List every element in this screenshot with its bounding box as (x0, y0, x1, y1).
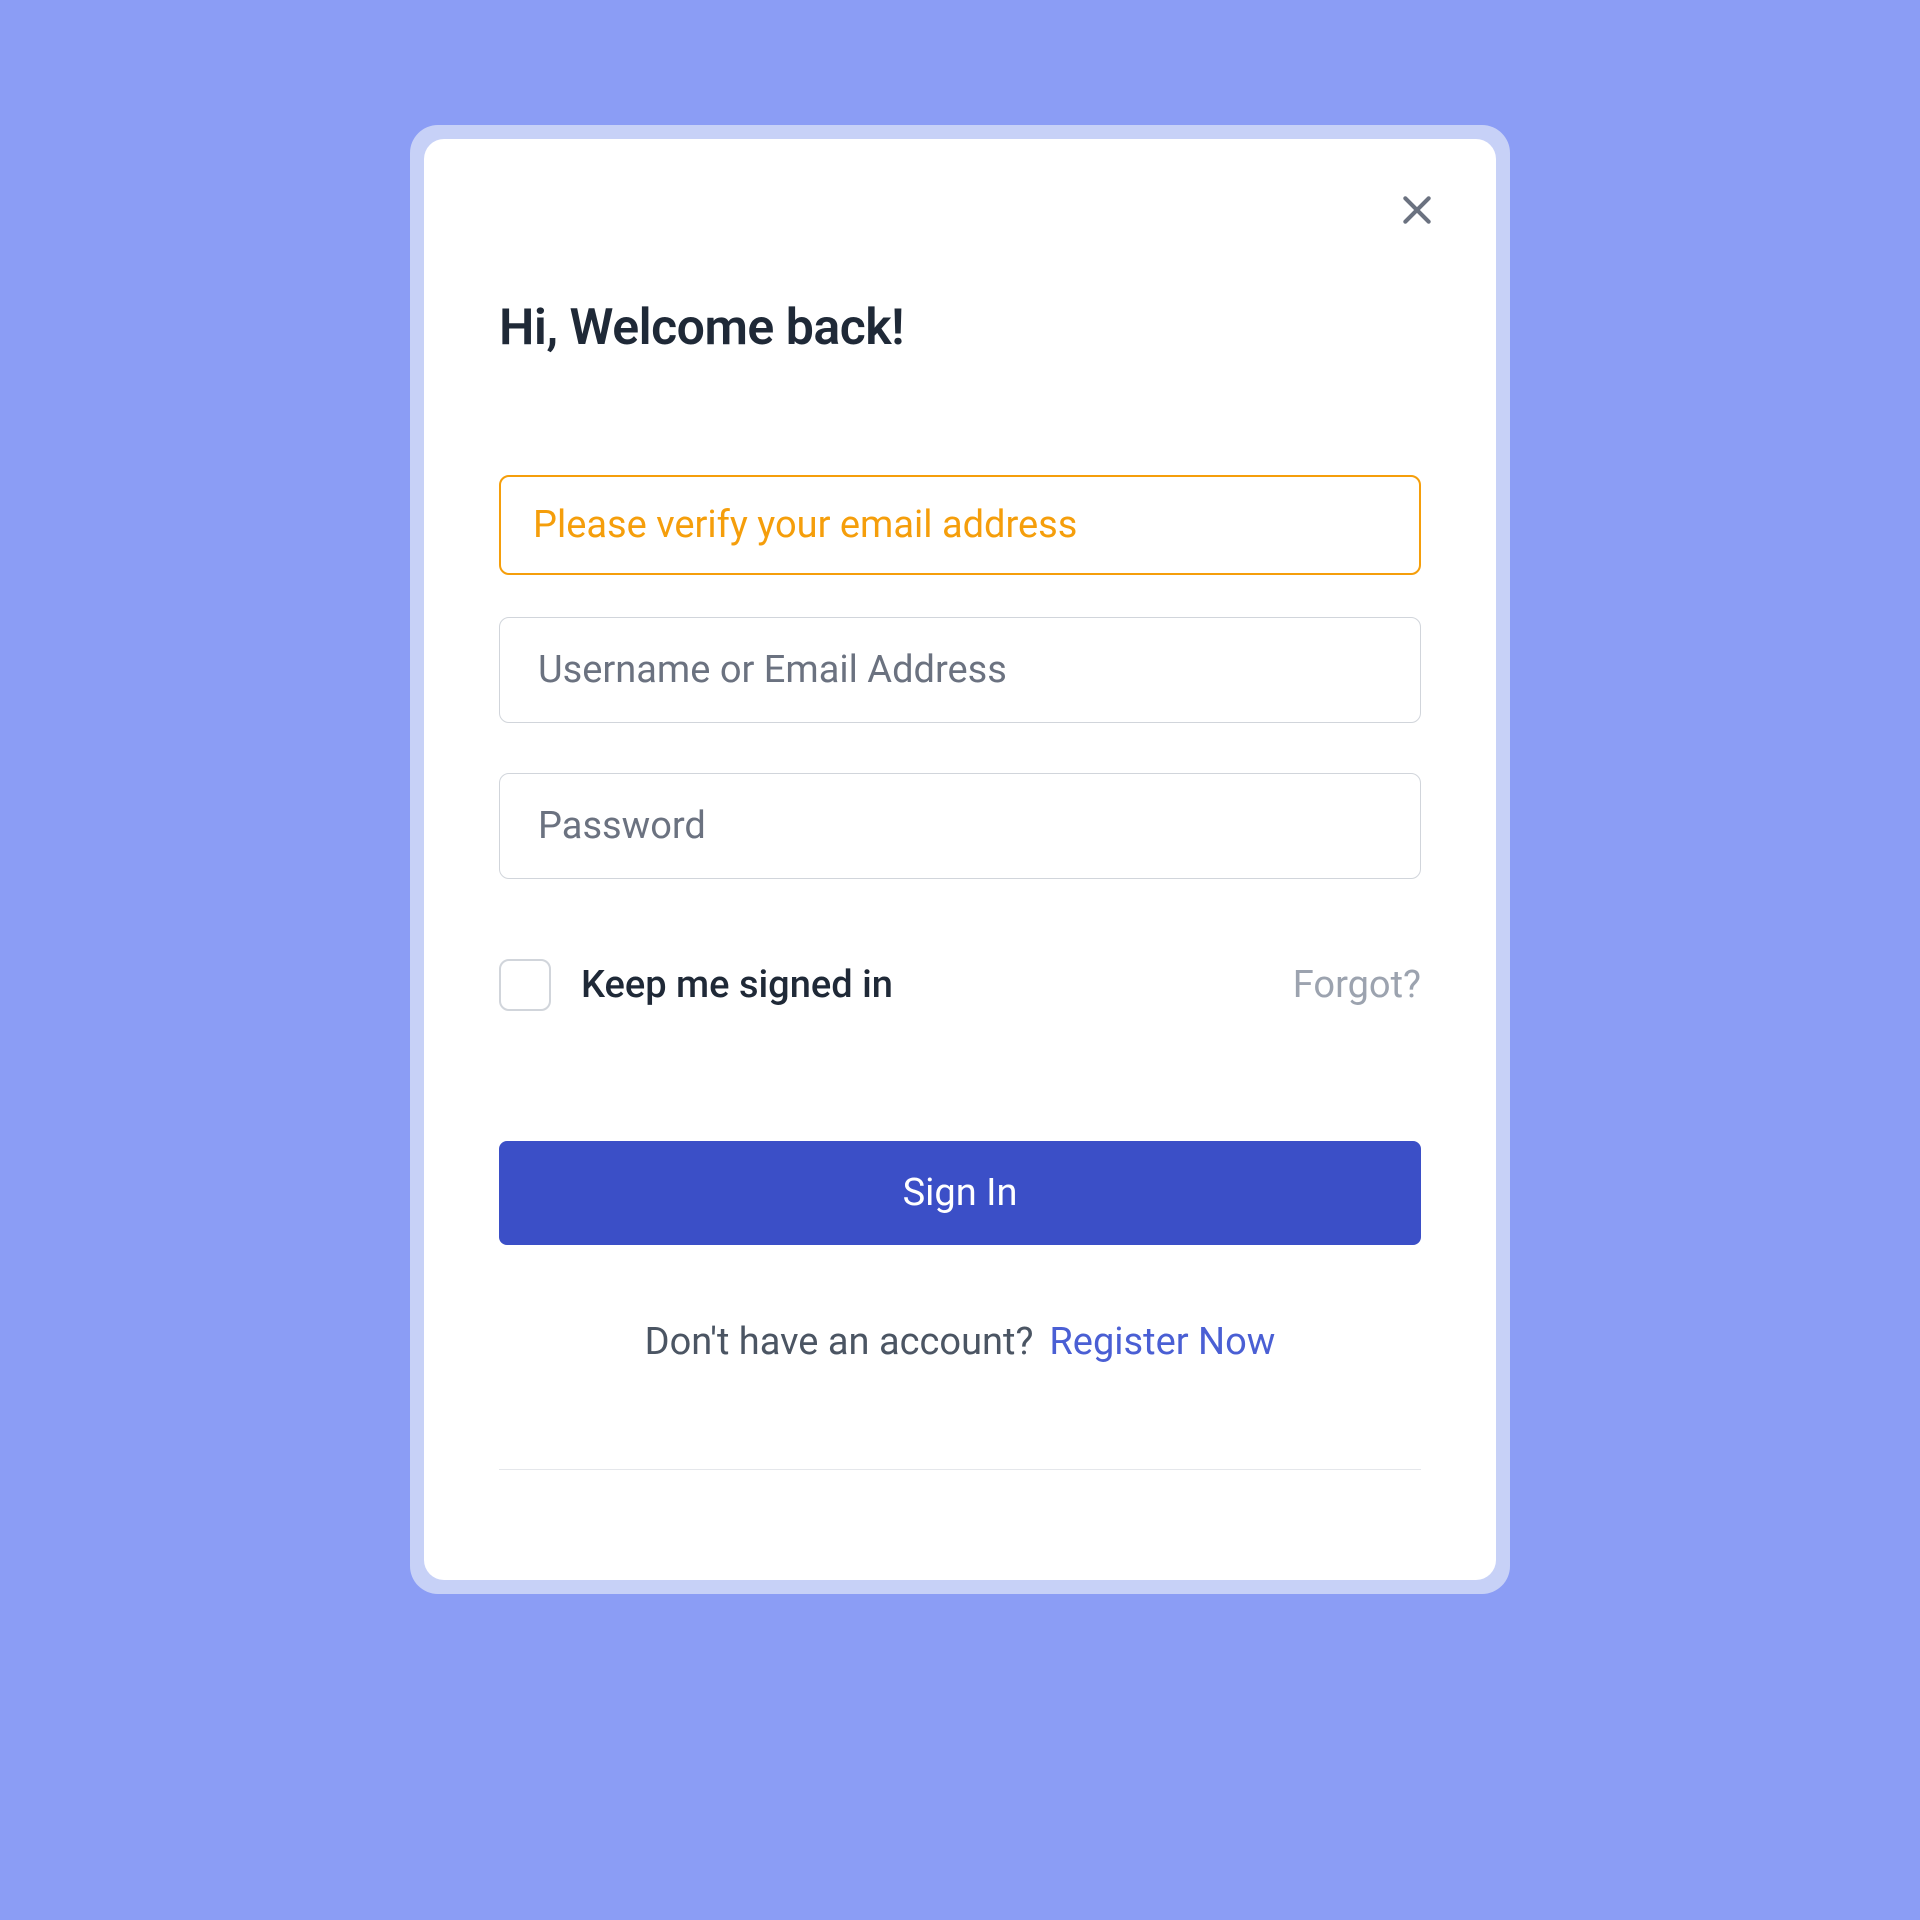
keep-signed-in-checkbox[interactable] (499, 959, 551, 1011)
modal-title: Hi, Welcome back! (499, 299, 1421, 357)
keep-signed-in-wrapper: Keep me signed in (499, 959, 893, 1011)
close-button[interactable] (1393, 187, 1441, 235)
register-row: Don't have an account? Register Now (499, 1320, 1421, 1364)
login-modal: Hi, Welcome back! Please verify your ema… (424, 139, 1496, 1580)
register-prompt: Don't have an account? (645, 1320, 1034, 1364)
keep-signed-in-label[interactable]: Keep me signed in (581, 963, 893, 1007)
alert-banner: Please verify your email address (499, 475, 1421, 575)
alert-message: Please verify your email address (533, 503, 1077, 547)
forgot-link[interactable]: Forgot? (1293, 963, 1421, 1007)
options-row: Keep me signed in Forgot? (499, 959, 1421, 1011)
login-modal-container: Hi, Welcome back! Please verify your ema… (410, 125, 1510, 1594)
bottom-spacer (499, 1470, 1421, 1525)
register-link[interactable]: Register Now (1049, 1320, 1275, 1364)
password-input[interactable] (499, 773, 1421, 879)
close-icon (1397, 190, 1437, 233)
signin-button[interactable]: Sign In (499, 1141, 1421, 1245)
username-input[interactable] (499, 617, 1421, 723)
